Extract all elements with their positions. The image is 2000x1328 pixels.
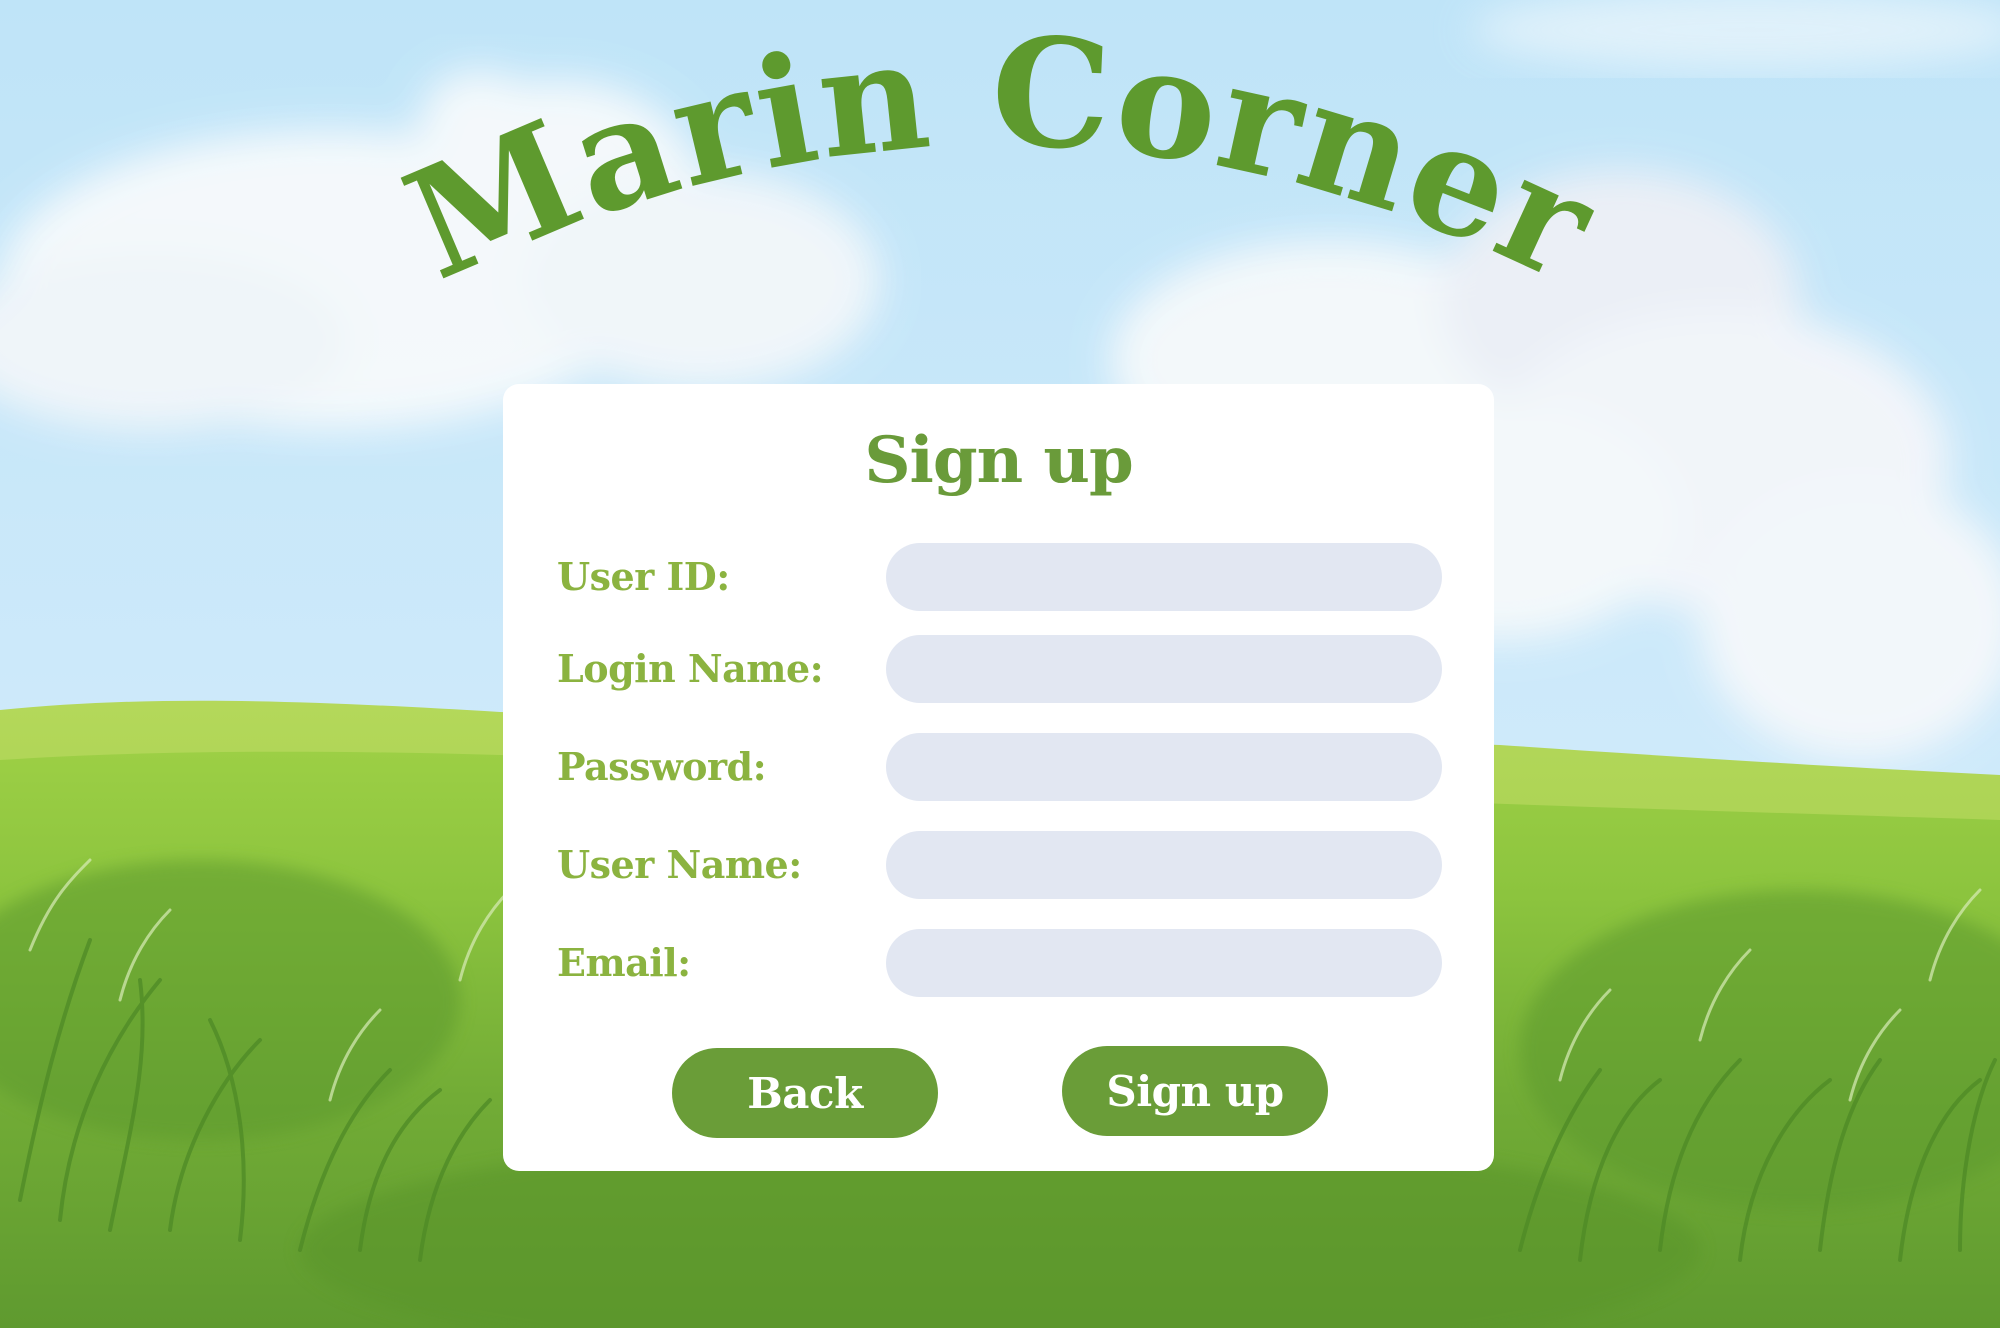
back-button[interactable]: Back [672,1048,938,1138]
user-name-label: User Name: [557,842,802,887]
brand-title: Marin Corner [383,4,1618,316]
login-name-input[interactable] [886,635,1442,703]
field-row-user-id: User ID: [557,543,1447,611]
signup-card: Sign up User ID: Login Name: Password: U… [503,384,1494,1171]
email-label: Email: [557,940,691,985]
email-input[interactable] [886,929,1442,997]
password-label: Password: [557,744,767,789]
sign-up-button[interactable]: Sign up [1062,1046,1328,1136]
password-input[interactable] [886,733,1442,801]
field-row-user-name: User Name: [557,831,1447,899]
field-row-login-name: Login Name: [557,635,1447,703]
svg-text:Marin Corner: Marin Corner [383,4,1620,316]
field-row-email: Email: [557,929,1447,997]
user-id-label: User ID: [557,554,730,599]
brand-logo: Marin Corner [383,4,1620,316]
field-row-password: Password: [557,733,1447,801]
form-title: Sign up [864,423,1133,498]
login-name-label: Login Name: [557,646,824,691]
user-id-input[interactable] [886,543,1442,611]
user-name-input[interactable] [886,831,1442,899]
